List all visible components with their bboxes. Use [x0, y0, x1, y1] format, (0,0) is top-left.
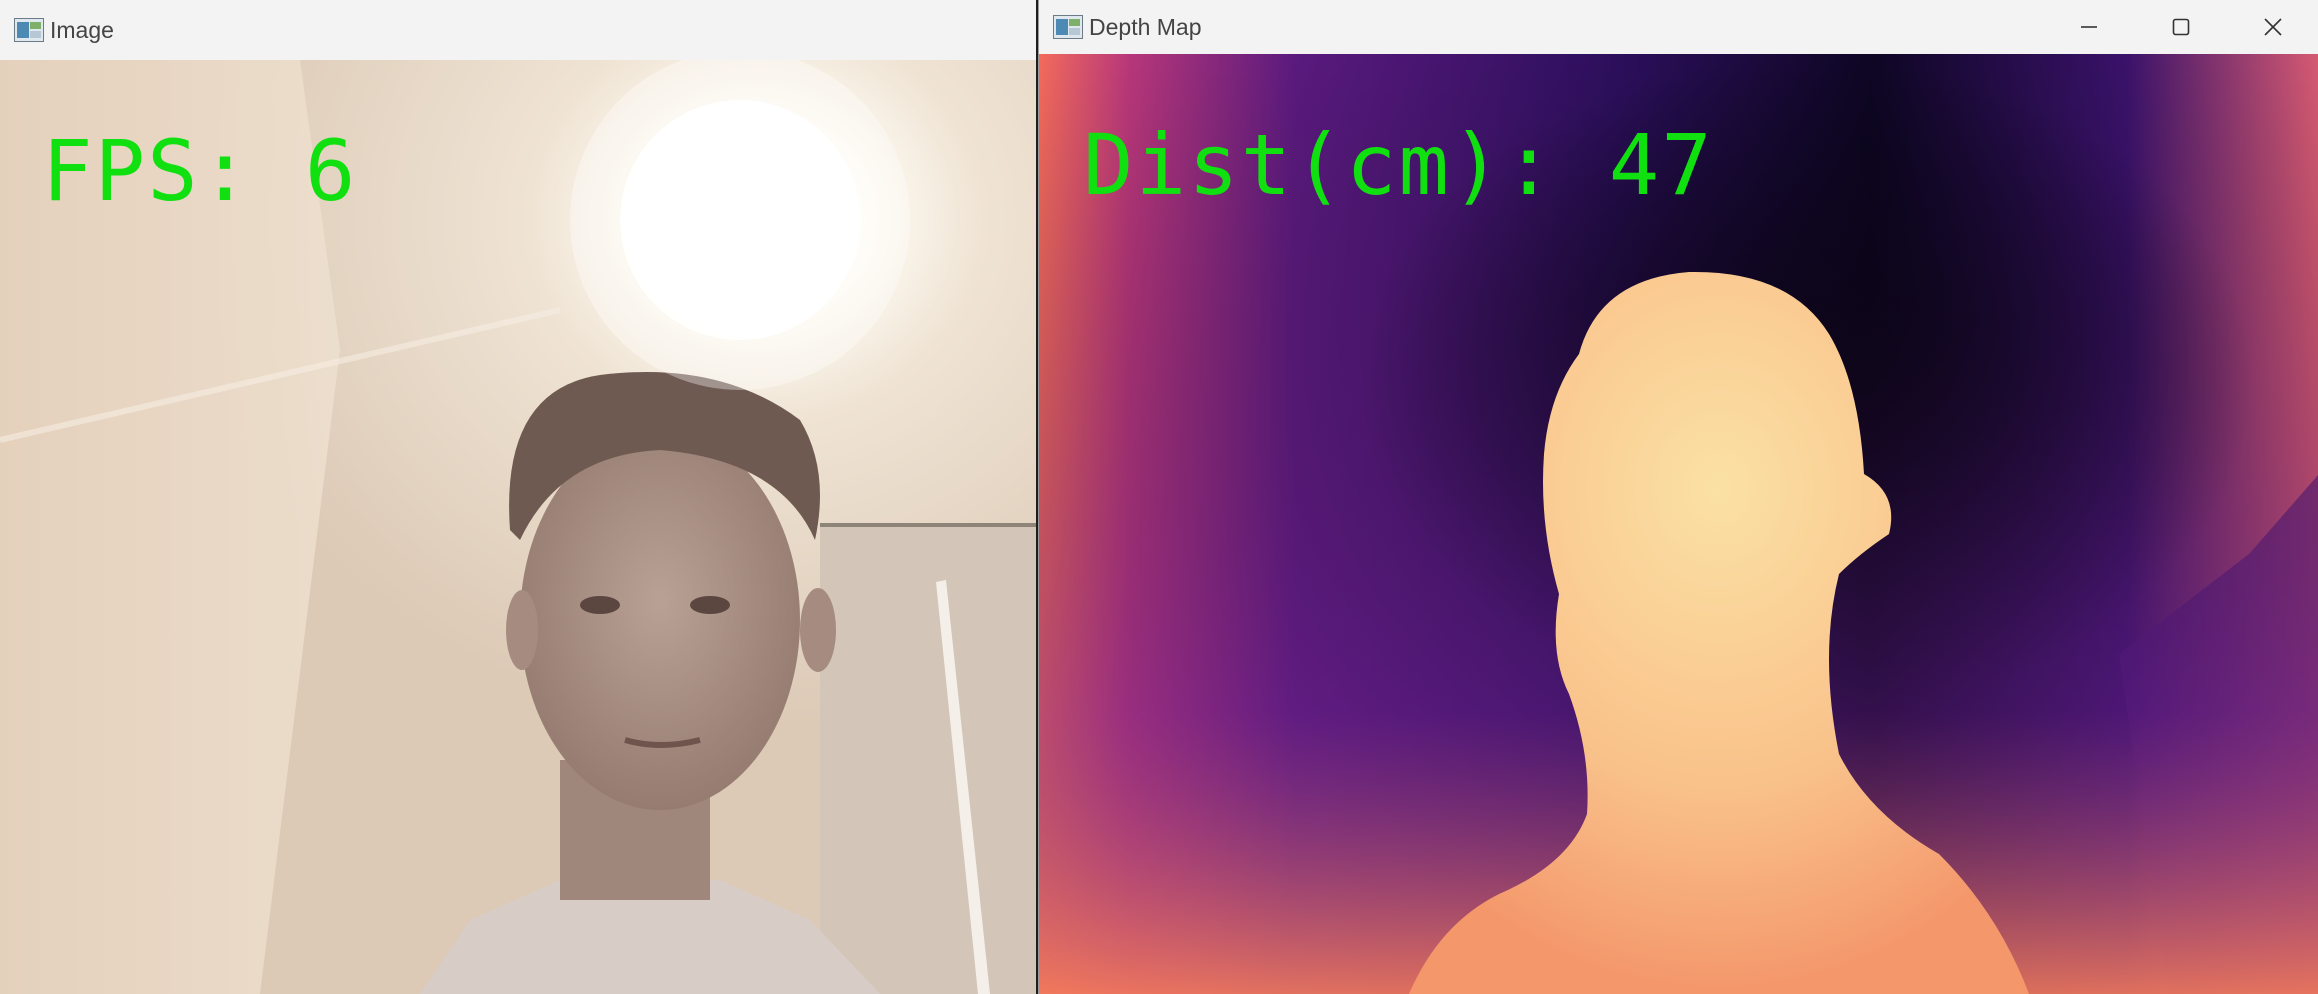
camera-image: FPS: 6 [0, 60, 1036, 994]
opencv-window-icon [1053, 15, 1083, 39]
opencv-window-icon [14, 18, 44, 42]
close-icon [2264, 18, 2282, 36]
minimize-icon [2081, 26, 2097, 28]
depth-map-window-titlebar[interactable]: Depth Map [1039, 0, 2318, 54]
maximize-button[interactable] [2135, 0, 2227, 54]
depth-map-window[interactable]: Depth Map Dist(cm): 47 [1038, 0, 2318, 994]
image-window[interactable]: Image FPS: 6 [0, 0, 1036, 994]
close-button[interactable] [2227, 0, 2318, 54]
distance-label: Dist(cm): [1083, 116, 1557, 214]
fps-value: 6 [304, 122, 358, 220]
depth-map-image: Dist(cm): 47 [1039, 54, 2318, 994]
window-title: Image [50, 16, 114, 43]
window-title: Depth Map [1089, 13, 1202, 40]
maximize-icon [2172, 18, 2190, 36]
image-window-titlebar[interactable]: Image [0, 0, 1036, 60]
minimize-button[interactable] [2043, 0, 2135, 54]
window-controls [2043, 0, 2318, 54]
fps-overlay: FPS: 6 [42, 122, 357, 220]
distance-value: 47 [1608, 116, 1714, 214]
distance-overlay: Dist(cm): 47 [1083, 116, 1714, 214]
fps-label: FPS: [42, 122, 253, 220]
